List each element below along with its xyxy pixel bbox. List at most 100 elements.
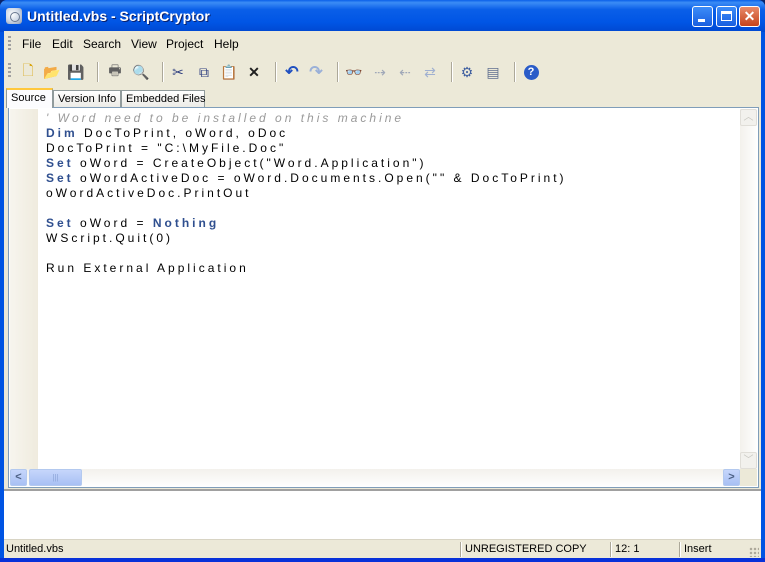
code-line[interactable]: Dim DocToPrint, oWord, oDoc — [46, 126, 567, 141]
code-line[interactable]: Set oWordActiveDoc = oWord.Documents.Ope… — [46, 171, 567, 186]
redo-button[interactable]: ↷ — [306, 62, 326, 82]
code-line[interactable]: oWordActiveDoc.PrintOut — [46, 186, 567, 201]
scroll-left-button[interactable]: < — [10, 469, 27, 486]
help-question-icon: ? — [523, 64, 539, 80]
toolbar-separator — [337, 62, 339, 82]
menu-edit[interactable]: Edit — [52, 37, 73, 51]
code-line[interactable]: ' Word need to be installed on this mach… — [46, 111, 567, 126]
help-button[interactable]: ? — [521, 62, 541, 82]
find-previous-icon: ⇠ — [399, 63, 411, 80]
app-gear-icon[interactable] — [6, 8, 22, 24]
paste-button[interactable]: 📋 — [219, 62, 239, 82]
find-button[interactable]: 👓 — [344, 62, 364, 82]
menu-view[interactable]: View — [131, 37, 157, 51]
minimize-icon — [698, 19, 705, 22]
code-keyword: Set — [46, 171, 74, 185]
code-keyword: Nothing — [152, 216, 220, 230]
tab-source[interactable]: Source — [6, 88, 53, 108]
toolbar-grip[interactable] — [8, 63, 11, 79]
toolbar-separator — [275, 62, 277, 82]
code-token: oWordActiveDoc = oWord.Documents.Open(""… — [73, 171, 567, 185]
build-compile-icon: ⚙ — [460, 63, 474, 80]
menu-help[interactable]: Help — [214, 37, 239, 51]
window-title: Untitled.vbs - ScriptCryptor — [27, 8, 210, 24]
toolbar-separator — [97, 62, 99, 82]
menu-file[interactable]: File — [22, 37, 41, 51]
cut-button[interactable]: ✂ — [168, 62, 188, 82]
editor-gutter[interactable] — [10, 109, 38, 469]
toolbar-separator — [514, 62, 516, 82]
delete-x-icon: ✕ — [248, 63, 260, 80]
chevron-left-icon: < — [15, 471, 22, 483]
code-line[interactable]: WScript.Quit(0) — [46, 231, 567, 246]
new-file-button[interactable]: 🗋 — [18, 62, 38, 82]
scrollbar-corner — [740, 469, 757, 486]
open-file-button[interactable]: 📂 — [42, 62, 62, 82]
resize-grip-icon[interactable] — [749, 547, 759, 557]
scroll-up-button[interactable]: ︿ — [740, 109, 757, 126]
code-keyword: Set — [46, 216, 74, 230]
close-icon: ✕ — [743, 8, 756, 24]
toolbar-separator — [162, 62, 164, 82]
toolbar: 🗋 📂 💾 🖶 🔍 ✂ ⧉ 📋 ✕ ↶ ↷ 👓 ⇢ ⇠ ⇄ ⚙ ▤ ? — [4, 58, 761, 86]
scroll-down-button[interactable]: ﹀ — [740, 452, 757, 469]
save-file-button[interactable]: 💾 — [66, 62, 86, 82]
status-divider — [679, 542, 681, 557]
status-registration: UNREGISTERED COPY — [465, 543, 587, 555]
title-bar[interactable]: Untitled.vbs - ScriptCryptor ✕ — [0, 0, 765, 32]
status-file-name: Untitled.vbs — [6, 543, 64, 555]
find-previous-button[interactable]: ⇠ — [395, 62, 415, 82]
copy-button[interactable]: ⧉ — [194, 62, 214, 82]
print-preview-button[interactable]: 🔍 — [131, 62, 151, 82]
tab-embedded-files[interactable]: Embedded Files — [121, 90, 206, 107]
status-divider — [460, 542, 462, 557]
close-button[interactable]: ✕ — [739, 6, 760, 27]
replace-ab-icon: ⇄ — [424, 63, 436, 80]
status-bar: Untitled.vbs UNREGISTERED COPY 12: 1 Ins… — [4, 539, 761, 559]
print-button[interactable]: 🖶 — [105, 62, 125, 82]
tab-version-info[interactable]: Version Info — [53, 90, 121, 107]
code-line[interactable]: DocToPrint = "C:\MyFile.Doc" — [46, 141, 567, 156]
code-line[interactable] — [46, 246, 567, 261]
code-token: DocToPrint, oWord, oDoc — [77, 126, 289, 140]
menubar-grip[interactable] — [8, 36, 11, 52]
status-edit-mode: Insert — [684, 543, 712, 555]
toolbar-separator — [451, 62, 453, 82]
open-folder-icon: 📂 — [43, 63, 61, 80]
copy-icon: ⧉ — [199, 63, 209, 80]
code-token: oWord = CreateObject("Word.Application") — [73, 156, 427, 170]
horizontal-scroll-thumb[interactable]: ||| — [29, 469, 82, 486]
code-editor[interactable]: ' Word need to be installed on this mach… — [8, 107, 759, 488]
scissors-icon: ✂ — [172, 63, 184, 80]
chevron-up-icon: ︿ — [743, 112, 754, 123]
status-divider — [610, 542, 612, 557]
code-line[interactable]: Set oWord = CreateObject("Word.Applicati… — [46, 156, 567, 171]
maximize-button[interactable] — [716, 6, 737, 27]
vertical-scrollbar[interactable]: ︿ ﹀ — [740, 109, 757, 469]
code-line[interactable] — [46, 201, 567, 216]
horizontal-scrollbar[interactable]: < ||| > — [10, 469, 740, 486]
undo-icon: ↶ — [285, 64, 299, 81]
scroll-right-button[interactable]: > — [723, 469, 740, 486]
code-token: Run External Application — [46, 261, 249, 275]
replace-button[interactable]: ⇄ — [420, 62, 440, 82]
project-options-icon: ▤ — [486, 63, 500, 80]
code-token: oWord = — [73, 216, 153, 230]
save-disk-icon: 💾 — [67, 63, 85, 80]
delete-button[interactable]: ✕ — [244, 62, 264, 82]
maximize-icon — [721, 11, 732, 21]
code-text[interactable]: ' Word need to be installed on this mach… — [46, 111, 567, 276]
output-panel[interactable] — [4, 489, 761, 539]
code-line[interactable]: Set oWord = Nothing — [46, 216, 567, 231]
minimize-button[interactable] — [692, 6, 713, 27]
project-options-button[interactable]: ▤ — [483, 62, 503, 82]
chevron-right-icon: > — [728, 471, 735, 483]
menu-search[interactable]: Search — [83, 37, 121, 51]
find-next-button[interactable]: ⇢ — [370, 62, 390, 82]
code-line[interactable]: Run External Application — [46, 261, 567, 276]
printer-icon: 🖶 — [108, 62, 122, 78]
menu-project[interactable]: Project — [166, 37, 203, 51]
undo-button[interactable]: ↶ — [282, 62, 302, 82]
build-button[interactable]: ⚙ — [457, 62, 477, 82]
code-token: DocToPrint = "C:\MyFile.Doc" — [46, 141, 287, 155]
